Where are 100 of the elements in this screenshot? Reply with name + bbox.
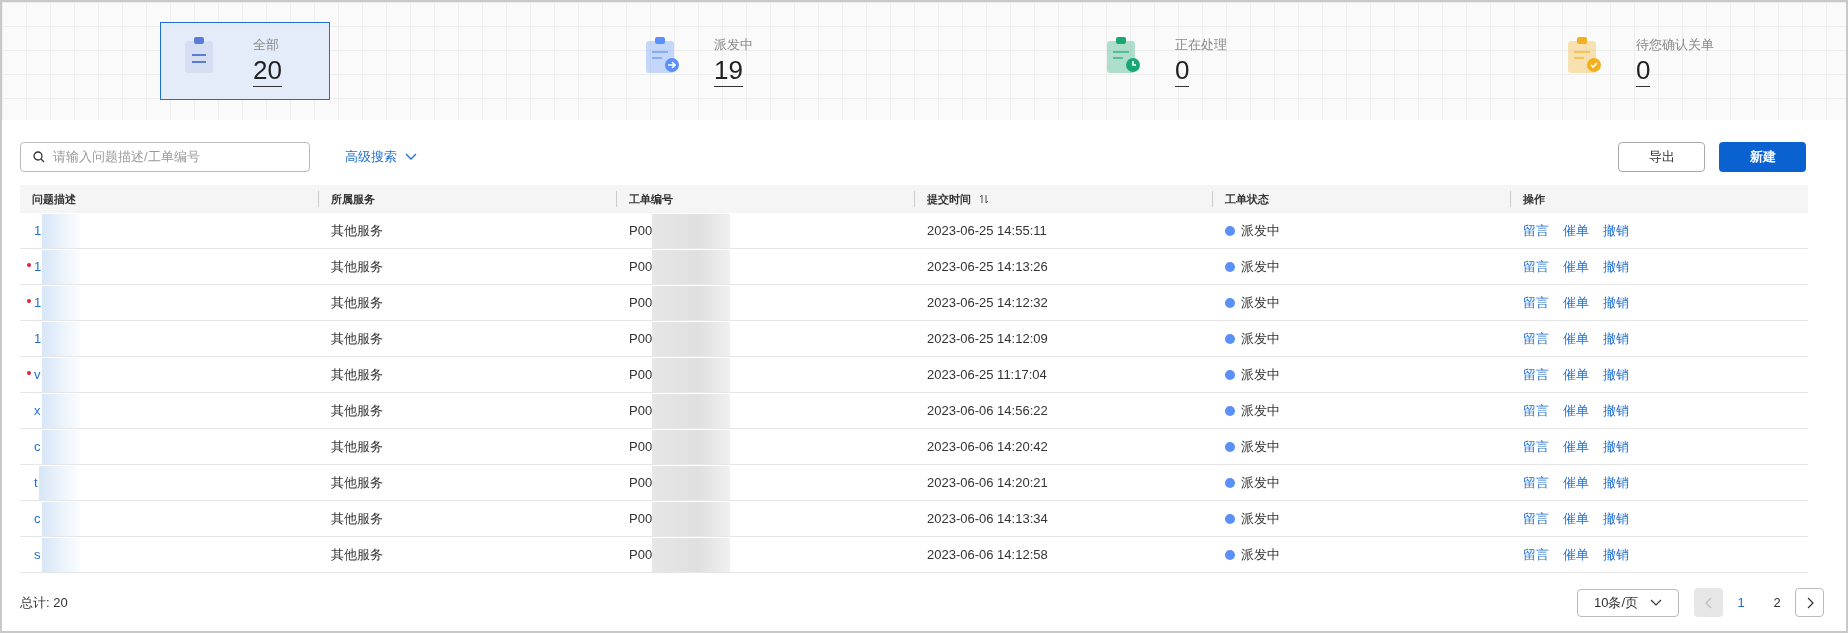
page-button[interactable]: 2: [1759, 588, 1795, 617]
action-link[interactable]: 留言: [1523, 436, 1549, 457]
service-cell-text: 其他服务: [330, 437, 384, 456]
time-cell-text: 2023-06-25 14:13:26: [926, 257, 1049, 276]
action-link[interactable]: 留言: [1523, 400, 1549, 421]
action-link[interactable]: 留言: [1523, 472, 1549, 493]
column-header[interactable]: 提交时间: [927, 190, 989, 208]
export-button[interactable]: 导出: [1618, 142, 1705, 172]
stat-card[interactable]: 待您确认关单 0: [1543, 21, 1735, 101]
action-link[interactable]: 撤销: [1603, 256, 1629, 277]
action-link[interactable]: 撤销: [1603, 544, 1629, 565]
action-link[interactable]: 留言: [1523, 328, 1549, 349]
time-cell-text: 2023-06-06 14:56:22: [926, 401, 1049, 420]
action-link[interactable]: 留言: [1523, 544, 1549, 565]
blurred-text: [41, 393, 80, 428]
chevron-right-icon: [1805, 596, 1814, 609]
service-cell-text: 其他服务: [330, 545, 384, 564]
blurred-text: [42, 285, 81, 320]
action-link[interactable]: 留言: [1523, 220, 1549, 241]
description-link[interactable]: 1: [32, 292, 43, 313]
action-link[interactable]: 撤销: [1603, 436, 1629, 457]
time-cell-text: 2023-06-25 14:55:11: [926, 221, 1048, 240]
stat-card[interactable]: 全部 20: [160, 21, 330, 101]
next-page-button[interactable]: [1795, 588, 1824, 617]
blurred-text: [42, 213, 81, 248]
description-link[interactable]: 1: [32, 328, 43, 349]
page-button[interactable]: 1: [1723, 588, 1759, 617]
page-size-select[interactable]: 10条/页: [1576, 588, 1679, 617]
status-text: 派发中: [1241, 437, 1280, 456]
action-link[interactable]: 催单: [1563, 256, 1589, 277]
stat-count: 0: [1175, 54, 1190, 88]
stat-label: 派发中: [714, 35, 753, 54]
description-link[interactable]: t: [32, 472, 39, 493]
description-link[interactable]: x: [32, 400, 42, 421]
stat-label: 全部: [253, 35, 280, 54]
time-cell-text: 2023-06-25 14:12:32: [926, 293, 1049, 312]
status-text: 派发中: [1241, 365, 1280, 384]
service-cell-text: 其他服务: [330, 473, 384, 492]
column-header: 工单编号: [629, 191, 673, 207]
column-header: 所属服务: [331, 191, 375, 207]
action-link[interactable]: 催单: [1563, 544, 1589, 565]
description-link[interactable]: s: [32, 544, 42, 565]
status-text: 派发中: [1241, 473, 1280, 492]
action-link[interactable]: 撤销: [1603, 508, 1629, 529]
time-cell-text: 2023-06-06 14:12:58: [926, 545, 1049, 564]
ticket-number: P00: [629, 473, 653, 492]
search-input[interactable]: 请输入问题描述/工单编号: [53, 147, 297, 167]
status-text: 派发中: [1241, 329, 1280, 348]
time-cell-text: 2023-06-25 14:12:09: [926, 329, 1049, 348]
description-link[interactable]: 1: [32, 220, 43, 241]
action-link[interactable]: 催单: [1563, 292, 1589, 313]
action-link[interactable]: 撤销: [1603, 400, 1629, 421]
action-link[interactable]: 催单: [1563, 508, 1589, 529]
ticket-number: P00: [629, 365, 653, 384]
action-link[interactable]: 撤销: [1603, 292, 1629, 313]
stat-card[interactable]: 派发中 19: [621, 21, 791, 101]
status-text: 派发中: [1241, 545, 1280, 564]
status-text: 派发中: [1241, 257, 1280, 276]
service-cell-text: 其他服务: [330, 257, 384, 276]
action-link[interactable]: 留言: [1523, 292, 1549, 313]
action-link[interactable]: 催单: [1563, 364, 1589, 385]
action-link[interactable]: 留言: [1523, 364, 1549, 385]
action-link[interactable]: 催单: [1563, 328, 1589, 349]
action-link[interactable]: 撤销: [1603, 220, 1629, 241]
column-header: 操作: [1523, 191, 1545, 207]
service-cell-text: 其他服务: [330, 221, 384, 240]
create-button[interactable]: 新建: [1719, 142, 1806, 172]
ticket-number: P00: [629, 437, 653, 456]
blurred-text: [41, 501, 80, 536]
time-cell-text: 2023-06-06 14:13:34: [926, 509, 1049, 528]
description-link[interactable]: c: [32, 508, 42, 529]
status-text: 派发中: [1241, 221, 1280, 240]
action-link[interactable]: 撤销: [1603, 472, 1629, 493]
action-link[interactable]: 催单: [1563, 436, 1589, 457]
time-cell-text: 2023-06-25 11:17:04: [926, 365, 1048, 384]
ticket-number: P00: [629, 545, 653, 564]
ticket-number: P00: [629, 293, 653, 312]
blurred-text: [41, 429, 80, 464]
stat-count: 0: [1636, 54, 1651, 88]
action-link[interactable]: 催单: [1563, 400, 1589, 421]
status-text: 派发中: [1241, 293, 1280, 312]
search-field[interactable]: 请输入问题描述/工单编号: [20, 142, 310, 172]
action-link[interactable]: 催单: [1563, 472, 1589, 493]
blurred-text: [42, 249, 81, 284]
stat-card[interactable]: 正在处理 0: [1082, 21, 1252, 101]
chevron-down-icon: [405, 153, 417, 161]
status-text: 派发中: [1241, 401, 1280, 420]
description-link[interactable]: v: [32, 364, 42, 385]
action-link[interactable]: 留言: [1523, 508, 1549, 529]
action-link[interactable]: 撤销: [1603, 328, 1629, 349]
sort-icon[interactable]: [979, 194, 989, 204]
ticket-number: P00: [629, 329, 653, 348]
description-link[interactable]: c: [32, 436, 42, 457]
stat-label: 待您确认关单: [1636, 35, 1714, 54]
advanced-search-link[interactable]: 高级搜索: [345, 147, 417, 167]
stat-label: 正在处理: [1175, 35, 1227, 54]
description-link[interactable]: 1: [32, 256, 43, 277]
action-link[interactable]: 撤销: [1603, 364, 1629, 385]
action-link[interactable]: 催单: [1563, 220, 1589, 241]
action-link[interactable]: 留言: [1523, 256, 1549, 277]
